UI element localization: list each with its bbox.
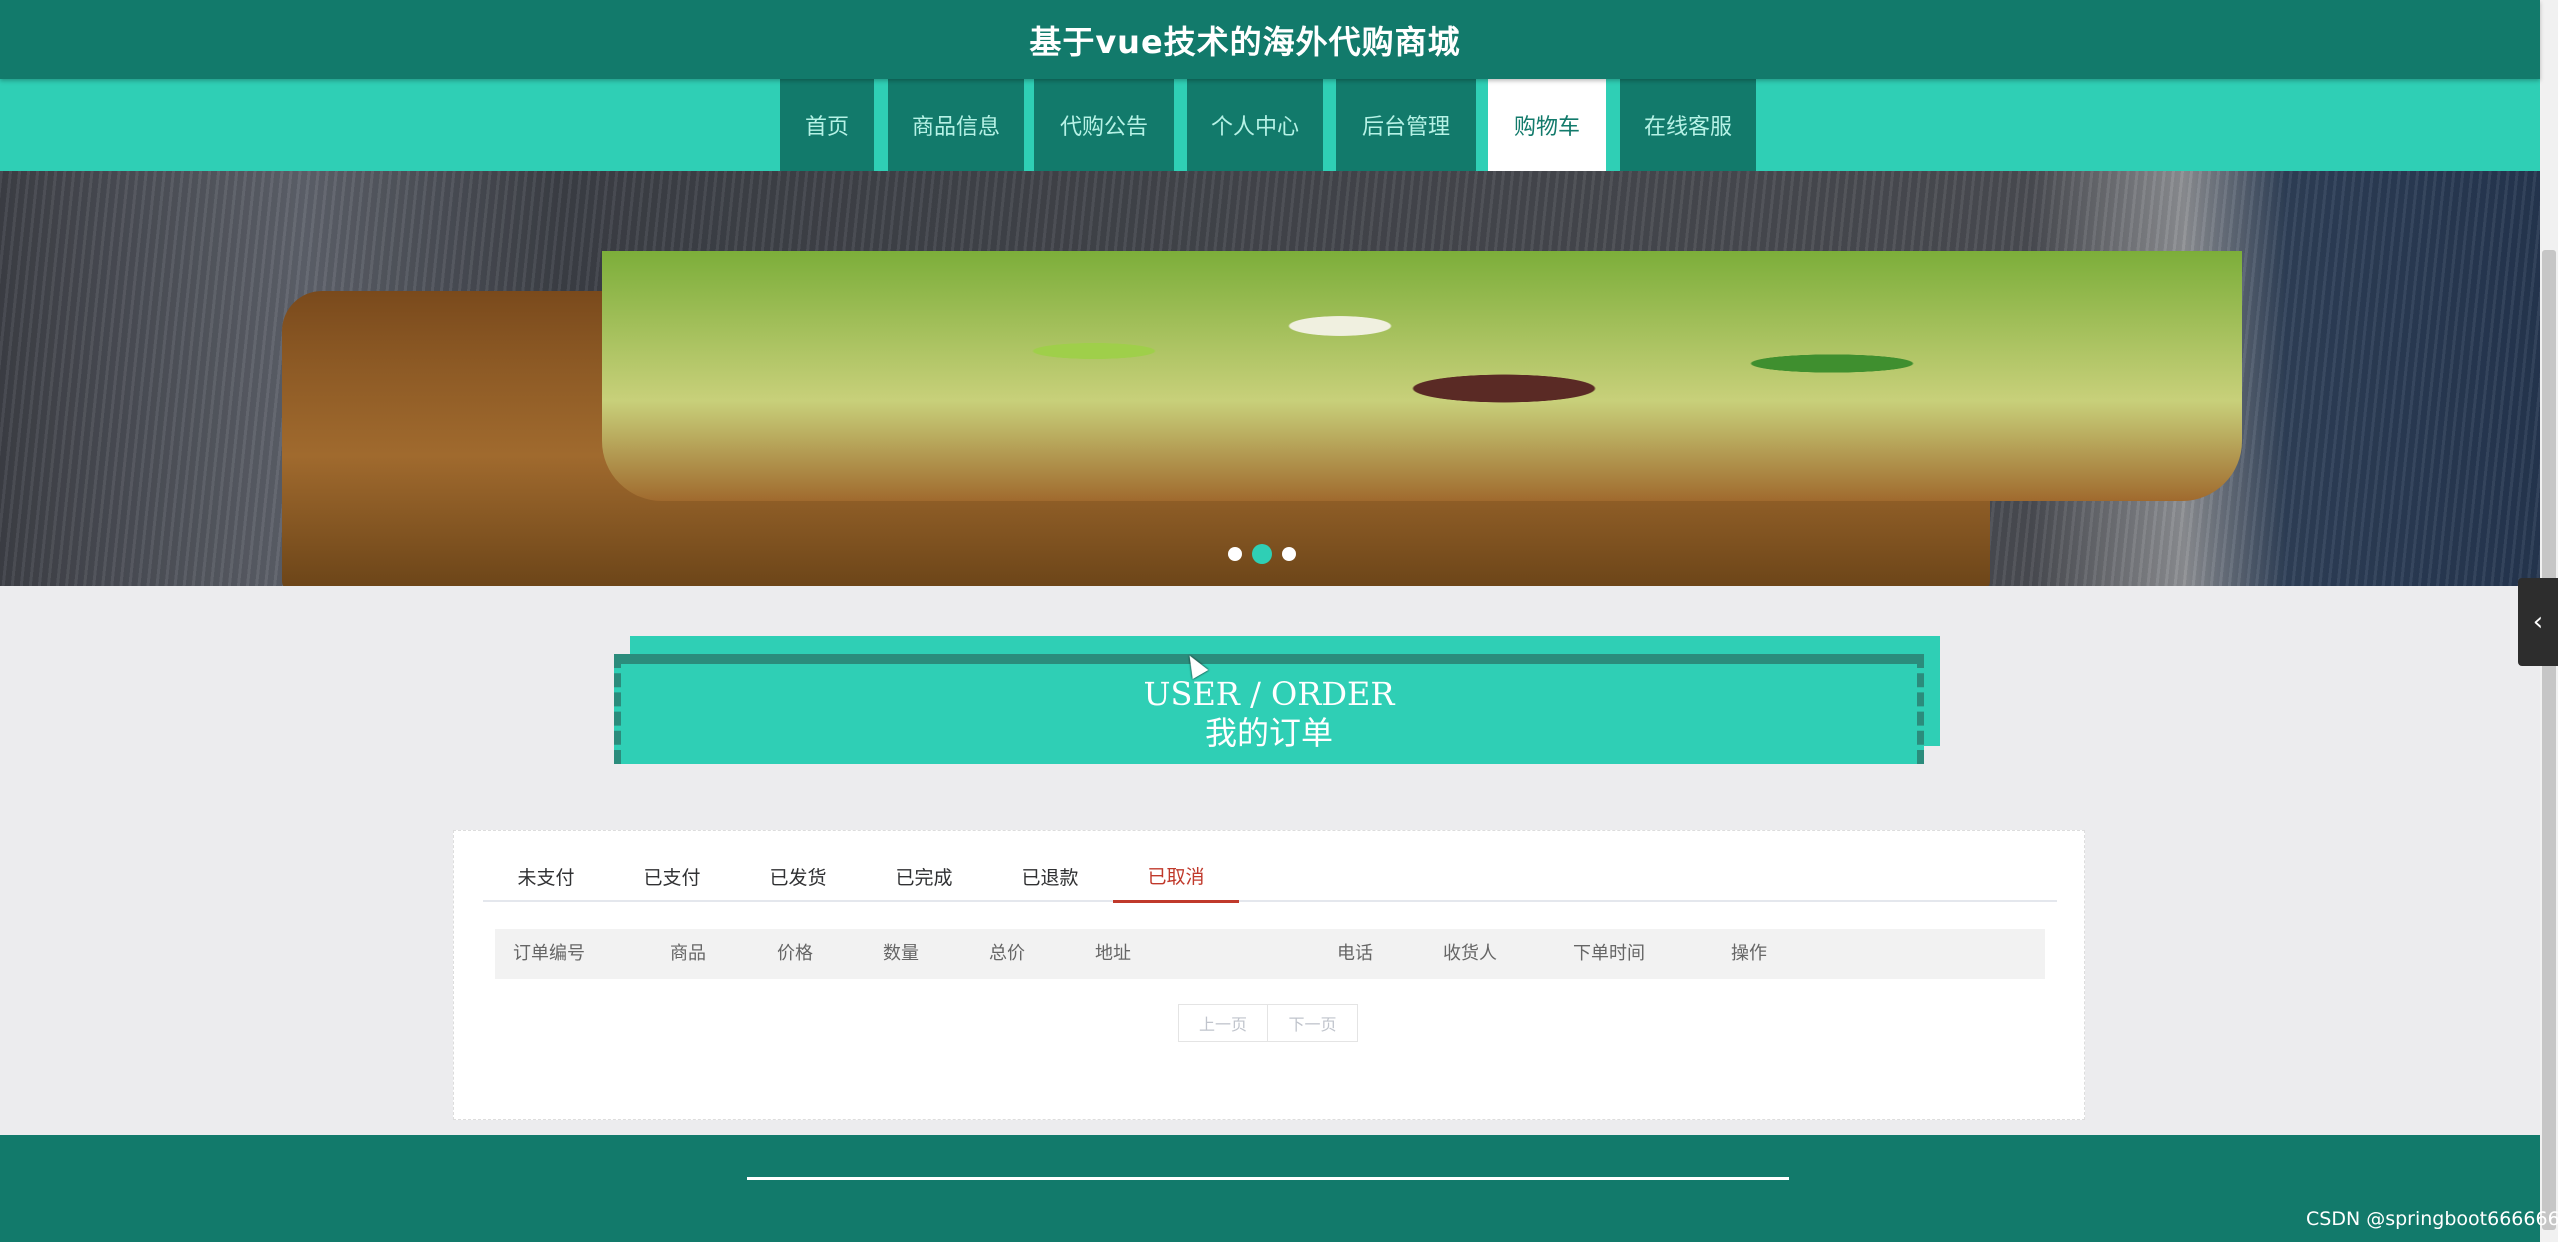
tab-completed[interactable]: 已完成 xyxy=(861,850,987,902)
section-title-cn: 我的订单 xyxy=(1204,714,1333,752)
pagination: 上一页 下一页 xyxy=(1178,1004,1358,1042)
nav-item-home[interactable]: 首页 xyxy=(780,79,874,171)
tab-paid[interactable]: 已支付 xyxy=(609,850,735,902)
carousel-dot-active[interactable] xyxy=(1252,544,1272,564)
title-bar: 基于vue技术的海外代购商城 xyxy=(0,0,2540,79)
nav-item-profile[interactable]: 个人中心 xyxy=(1187,79,1323,171)
next-page-button[interactable]: 下一页 xyxy=(1268,1004,1358,1042)
tab-unpaid[interactable]: 未支付 xyxy=(483,850,609,902)
column-header-address: 地址 xyxy=(1095,943,1131,964)
nav-item-admin[interactable]: 后台管理 xyxy=(1336,79,1476,171)
section-title-box: USER / ORDER 我的订单 xyxy=(614,636,1940,764)
banner-image-topping xyxy=(602,251,2242,501)
column-header-product: 商品 xyxy=(670,943,706,964)
column-header-total: 总价 xyxy=(989,943,1025,964)
column-header-order-time: 下单时间 xyxy=(1573,943,1645,964)
carousel-indicators xyxy=(1228,544,1296,564)
column-header-phone: 电话 xyxy=(1337,943,1373,964)
nav-item-notices[interactable]: 代购公告 xyxy=(1034,79,1174,171)
nav-item-cart[interactable]: 购物车 xyxy=(1488,79,1606,171)
watermark: CSDN @springboot666666 xyxy=(2306,1208,2558,1230)
chevron-left-icon: ‹ xyxy=(2532,607,2544,637)
nav-item-products[interactable]: 商品信息 xyxy=(888,79,1024,171)
orders-table-header: 订单编号 商品 价格 数量 总价 地址 电话 收货人 下单时间 操作 xyxy=(495,929,2045,979)
site-title: 基于vue技术的海外代购商城 xyxy=(1029,22,1461,61)
order-status-tabs: 未支付 已支付 已发货 已完成 已退款 已取消 xyxy=(483,850,2057,903)
page-scrollbar-thumb[interactable] xyxy=(2542,250,2556,1230)
main-nav: 首页 商品信息 代购公告 个人中心 后台管理 购物车 在线客服 xyxy=(0,79,2540,171)
section-title-en: USER / ORDER xyxy=(1143,675,1395,713)
tab-cancelled[interactable]: 已取消 xyxy=(1113,850,1239,903)
orders-panel: 未支付 已支付 已发货 已完成 已退款 已取消 订单编号 商品 价格 数量 总价… xyxy=(453,830,2085,1120)
banner-image-bread xyxy=(282,251,2242,586)
footer-divider xyxy=(747,1177,1789,1180)
footer xyxy=(0,1135,2540,1242)
carousel-dot[interactable] xyxy=(1228,547,1242,561)
page: 基于vue技术的海外代购商城 首页 商品信息 代购公告 个人中心 后台管理 购物… xyxy=(0,0,2558,1242)
column-header-price: 价格 xyxy=(777,943,813,964)
prev-page-button[interactable]: 上一页 xyxy=(1178,1004,1268,1042)
carousel-dot[interactable] xyxy=(1282,547,1296,561)
column-header-quantity: 数量 xyxy=(883,943,919,964)
nav-item-customer-service[interactable]: 在线客服 xyxy=(1620,79,1756,171)
tab-shipped[interactable]: 已发货 xyxy=(735,850,861,902)
column-header-recipient: 收货人 xyxy=(1443,943,1497,964)
section-title-front: USER / ORDER 我的订单 xyxy=(614,654,1924,764)
side-panel-toggle[interactable]: ‹ xyxy=(2518,578,2558,666)
column-header-order-number: 订单编号 xyxy=(513,943,585,964)
column-header-actions: 操作 xyxy=(1731,943,1767,964)
tab-refunded[interactable]: 已退款 xyxy=(987,850,1113,902)
banner-carousel[interactable] xyxy=(0,171,2540,586)
